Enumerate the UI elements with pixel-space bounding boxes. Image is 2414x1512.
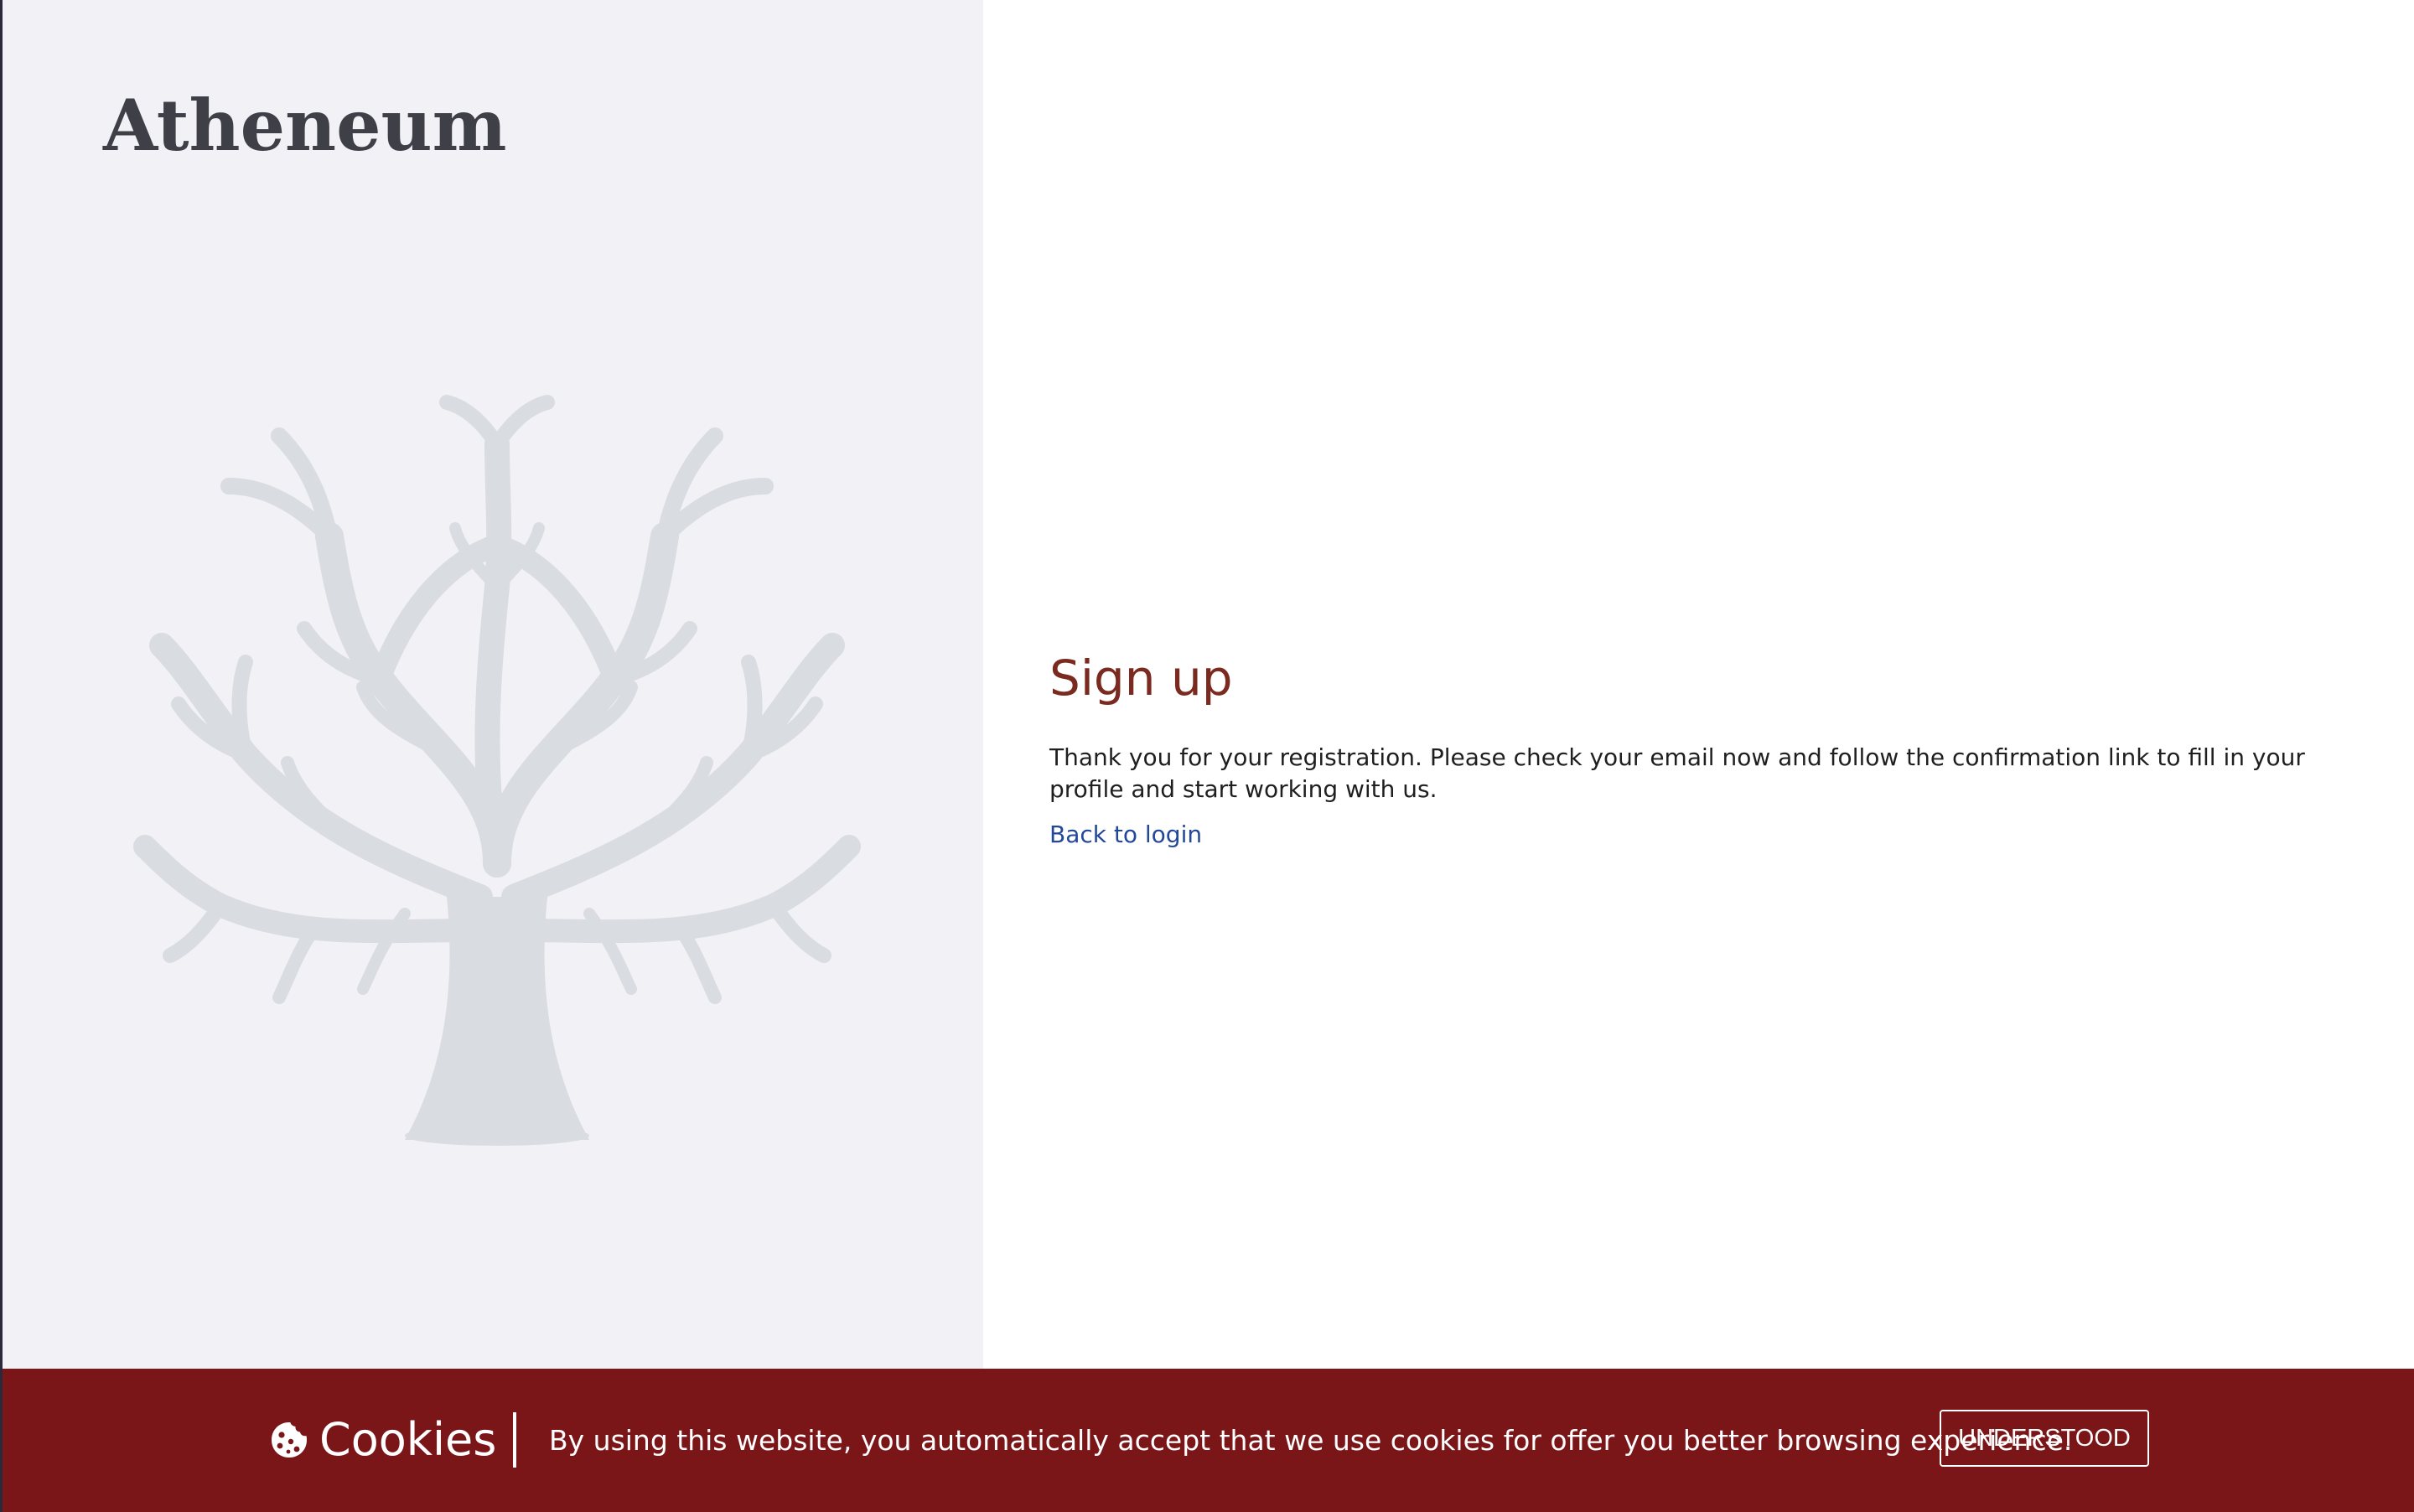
tree-illustration — [133, 395, 861, 1146]
left-panel: Atheneum — [3, 0, 983, 1369]
back-to-login-link[interactable]: Back to login — [1049, 821, 1202, 848]
cookie-brand: Cookies — [269, 1411, 496, 1469]
page: Atheneum Sign up Thank you for your regi… — [0, 0, 2414, 1512]
cookie-banner: Cookies By using this website, you autom… — [3, 1369, 2414, 1512]
brand-logo: Atheneum — [103, 84, 507, 167]
cookie-notice-text: By using this website, you automatically… — [549, 1424, 2073, 1457]
confirmation-message: Thank you for your registration. Please … — [1049, 743, 2305, 803]
cookie-title: Cookies — [319, 1413, 497, 1466]
cookie-divider — [513, 1412, 516, 1468]
right-panel: Sign up Thank you for your registration.… — [983, 0, 2414, 1369]
page-title: Sign up — [1049, 650, 1233, 707]
cookie-icon — [272, 1422, 307, 1458]
signup-confirmation: Sign up Thank you for your registration.… — [1049, 650, 2374, 848]
understood-button[interactable]: UNDERSTOOD — [1940, 1410, 2149, 1467]
